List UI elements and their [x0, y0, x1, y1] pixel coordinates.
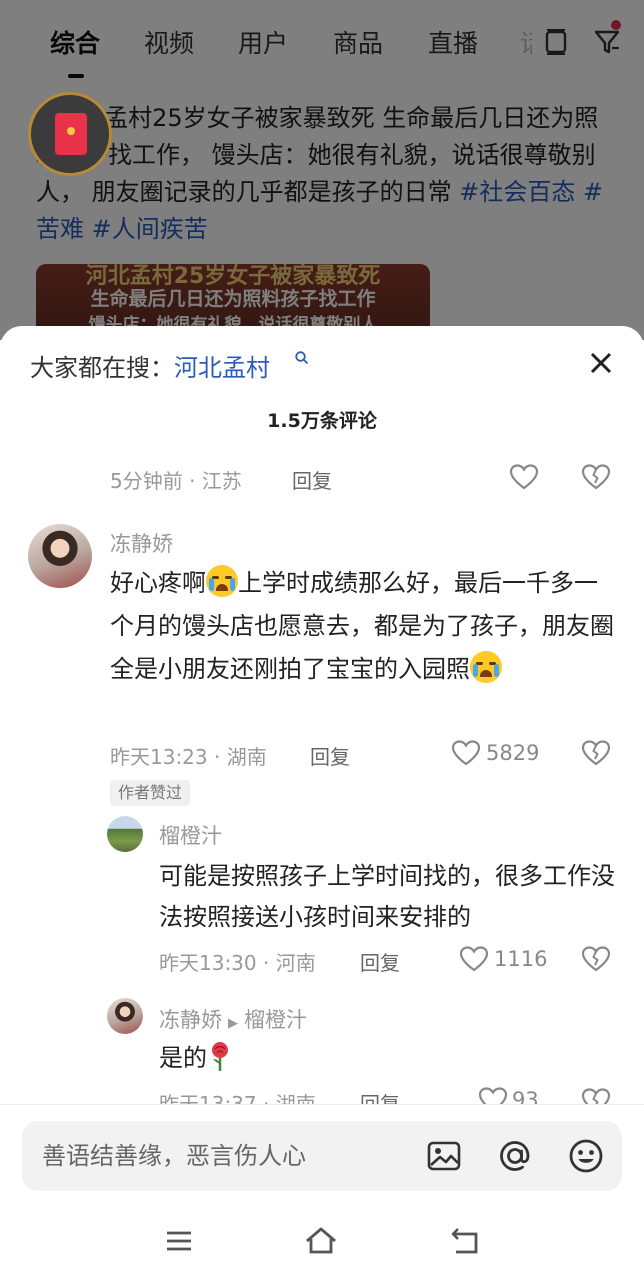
comment-input-box[interactable]	[22, 1121, 622, 1191]
modal-backdrop[interactable]	[0, 0, 644, 340]
close-icon[interactable]	[586, 348, 616, 378]
avatar[interactable]	[107, 816, 143, 852]
at-icon[interactable]	[497, 1138, 533, 1174]
reply-button[interactable]: 回复	[292, 465, 332, 494]
menu-icon[interactable]	[162, 1224, 196, 1258]
heart-icon[interactable]	[451, 739, 481, 767]
reply-to-arrow-icon: ▶	[228, 1016, 238, 1031]
crying-emoji-icon	[206, 565, 238, 597]
dislike-heart-icon[interactable]	[581, 462, 611, 492]
dislike-heart-icon[interactable]	[581, 738, 611, 768]
image-icon[interactable]	[426, 1138, 462, 1174]
dislike-heart-icon[interactable]	[581, 944, 611, 974]
red-packet-float-icon[interactable]	[28, 92, 112, 176]
author-liked-badge: 作者赞过	[110, 780, 191, 806]
heart-icon[interactable]	[459, 945, 489, 973]
reply-button[interactable]: 回复	[310, 741, 350, 770]
comment-input[interactable]	[42, 1121, 412, 1191]
reply-username[interactable]: 冻静娇 ▶ 榴橙汁	[159, 1004, 307, 1034]
comment-meta: 昨天13:23 · 湖南	[110, 745, 267, 769]
like-count: 5829	[486, 741, 540, 765]
emoji-icon[interactable]	[568, 1138, 604, 1174]
reply-to-username[interactable]: 榴橙汁	[244, 1008, 307, 1032]
comment-text[interactable]: 好心疼啊 上学时成绩那么好，最后一千多一个月的馒头店也愿意去，都是为了孩子，朋友圈…	[110, 562, 620, 691]
search-icon	[295, 351, 309, 365]
background-search-page: 综合 视频 用户 商品 直播 话 #河北孟村25岁女子被家暴致死 生命最后几日还…	[0, 0, 644, 340]
trending-search-hint[interactable]: 大家都在搜：河北孟村	[30, 348, 270, 383]
reply-username[interactable]: 榴橙汁	[159, 820, 222, 850]
heart-icon[interactable]	[509, 463, 539, 491]
system-navigation-bar	[0, 1214, 644, 1280]
rose-emoji-icon	[207, 1040, 233, 1072]
avatar[interactable]	[28, 524, 92, 588]
reply-text[interactable]: 是的	[159, 1038, 459, 1079]
trending-keyword[interactable]: 河北孟村	[174, 354, 270, 382]
reply-text[interactable]: 可能是按照孩子上学时间找的，很多工作没法按照接送小孩时间来安排的	[159, 856, 619, 938]
comment-input-bar	[0, 1104, 644, 1214]
reply-button[interactable]: 回复	[360, 947, 400, 976]
comment-meta: 5分钟前 · 江苏	[110, 469, 242, 493]
home-icon[interactable]	[304, 1224, 338, 1258]
avatar[interactable]	[107, 998, 143, 1034]
crying-emoji-icon	[470, 651, 502, 683]
reply-meta: 昨天13:30 · 河南	[159, 951, 316, 975]
comment-username[interactable]: 冻静娇	[110, 528, 173, 558]
comment-count: 1.5万条评论	[267, 410, 377, 432]
back-icon[interactable]	[448, 1224, 482, 1258]
like-count: 1116	[494, 947, 548, 971]
